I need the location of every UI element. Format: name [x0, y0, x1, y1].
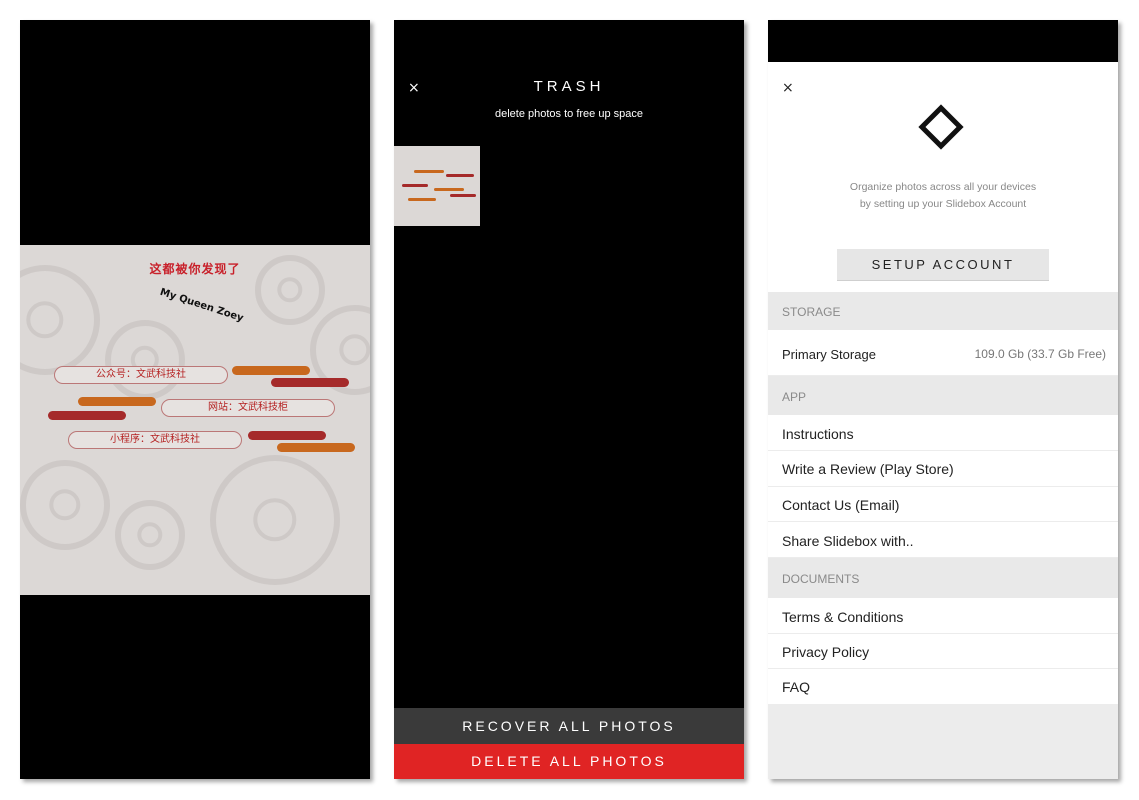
poster-stripe [78, 397, 156, 406]
page-title: TRASH [533, 78, 605, 95]
poster-stripe [248, 431, 326, 440]
menu-item-terms[interactable]: Terms & Conditions [768, 598, 1118, 634]
poster-stripe [48, 411, 126, 420]
section-header-app: APP [768, 376, 1118, 415]
thumbnail-stripe [446, 174, 474, 177]
primary-storage-row[interactable]: Primary Storage 109.0 Gb (33.7 Gb Free) [768, 330, 1118, 376]
poster-pill-website: 网站：文武科技柜 [161, 399, 335, 417]
menu-item-privacy[interactable]: Privacy Policy [768, 634, 1118, 669]
organize-description: Organize photos across all your devices … [849, 181, 1037, 210]
gear-decoration-icon [20, 460, 110, 550]
footer-area [768, 705, 1118, 779]
recover-all-photos-button[interactable]: RECOVER ALL PHOTOS [394, 708, 744, 744]
poster-stripe [271, 378, 349, 387]
thumbnail-stripe [402, 184, 428, 187]
setup-account-button[interactable]: SETUP ACCOUNT [837, 249, 1049, 281]
gear-decoration-icon [210, 455, 340, 585]
menu-item-contact-us[interactable]: Contact Us (Email) [768, 487, 1118, 522]
menu-item-share[interactable]: Share Slidebox with.. [768, 522, 1118, 558]
poster-subtitle: My Queen Zoey [158, 286, 245, 325]
primary-storage-value: 109.0 Gb (33.7 Gb Free) [974, 347, 1106, 361]
page-subtitle: delete photos to free up space [495, 108, 643, 120]
thumbnail-stripe [450, 194, 476, 197]
section-header-documents: DOCUMENTS [768, 558, 1118, 598]
image-viewer-screen: 这都被你发现了 My Queen Zoey 公众号：文武科技社 网站：文武科技柜… [20, 20, 370, 779]
section-header-storage: STORAGE [768, 292, 1118, 330]
gear-decoration-icon [20, 265, 100, 375]
poster-stripe [277, 443, 355, 452]
poster-stripe [232, 366, 310, 375]
poster-image[interactable]: 这都被你发现了 My Queen Zoey 公众号：文武科技社 网站：文武科技柜… [20, 245, 370, 595]
poster-pill-wechat: 公众号：文武科技社 [54, 366, 228, 384]
primary-storage-label: Primary Storage [782, 347, 876, 362]
menu-item-faq[interactable]: FAQ [768, 669, 1118, 705]
gear-decoration-icon [105, 320, 185, 400]
thumbnail-stripe [414, 170, 444, 173]
thumbnail-stripe [408, 198, 436, 201]
menu-item-write-review[interactable]: Write a Review (Play Store) [768, 451, 1118, 487]
trash-photo-thumbnail[interactable] [394, 146, 480, 226]
settings-screen: × Organize photos across all your device… [768, 20, 1118, 779]
status-bar [768, 20, 1118, 62]
close-icon[interactable]: × [782, 81, 794, 95]
slidebox-logo-icon [918, 104, 964, 150]
delete-all-photos-button[interactable]: DELETE ALL PHOTOS [394, 744, 744, 779]
trash-screen: × TRASH delete photos to free up space R… [394, 20, 744, 779]
menu-item-instructions[interactable]: Instructions [768, 415, 1118, 451]
gear-decoration-icon [115, 500, 185, 570]
poster-title: 这都被你发现了 [149, 262, 241, 276]
thumbnail-stripe [434, 188, 464, 191]
poster-pill-miniprogram: 小程序：文武科技社 [68, 431, 242, 449]
